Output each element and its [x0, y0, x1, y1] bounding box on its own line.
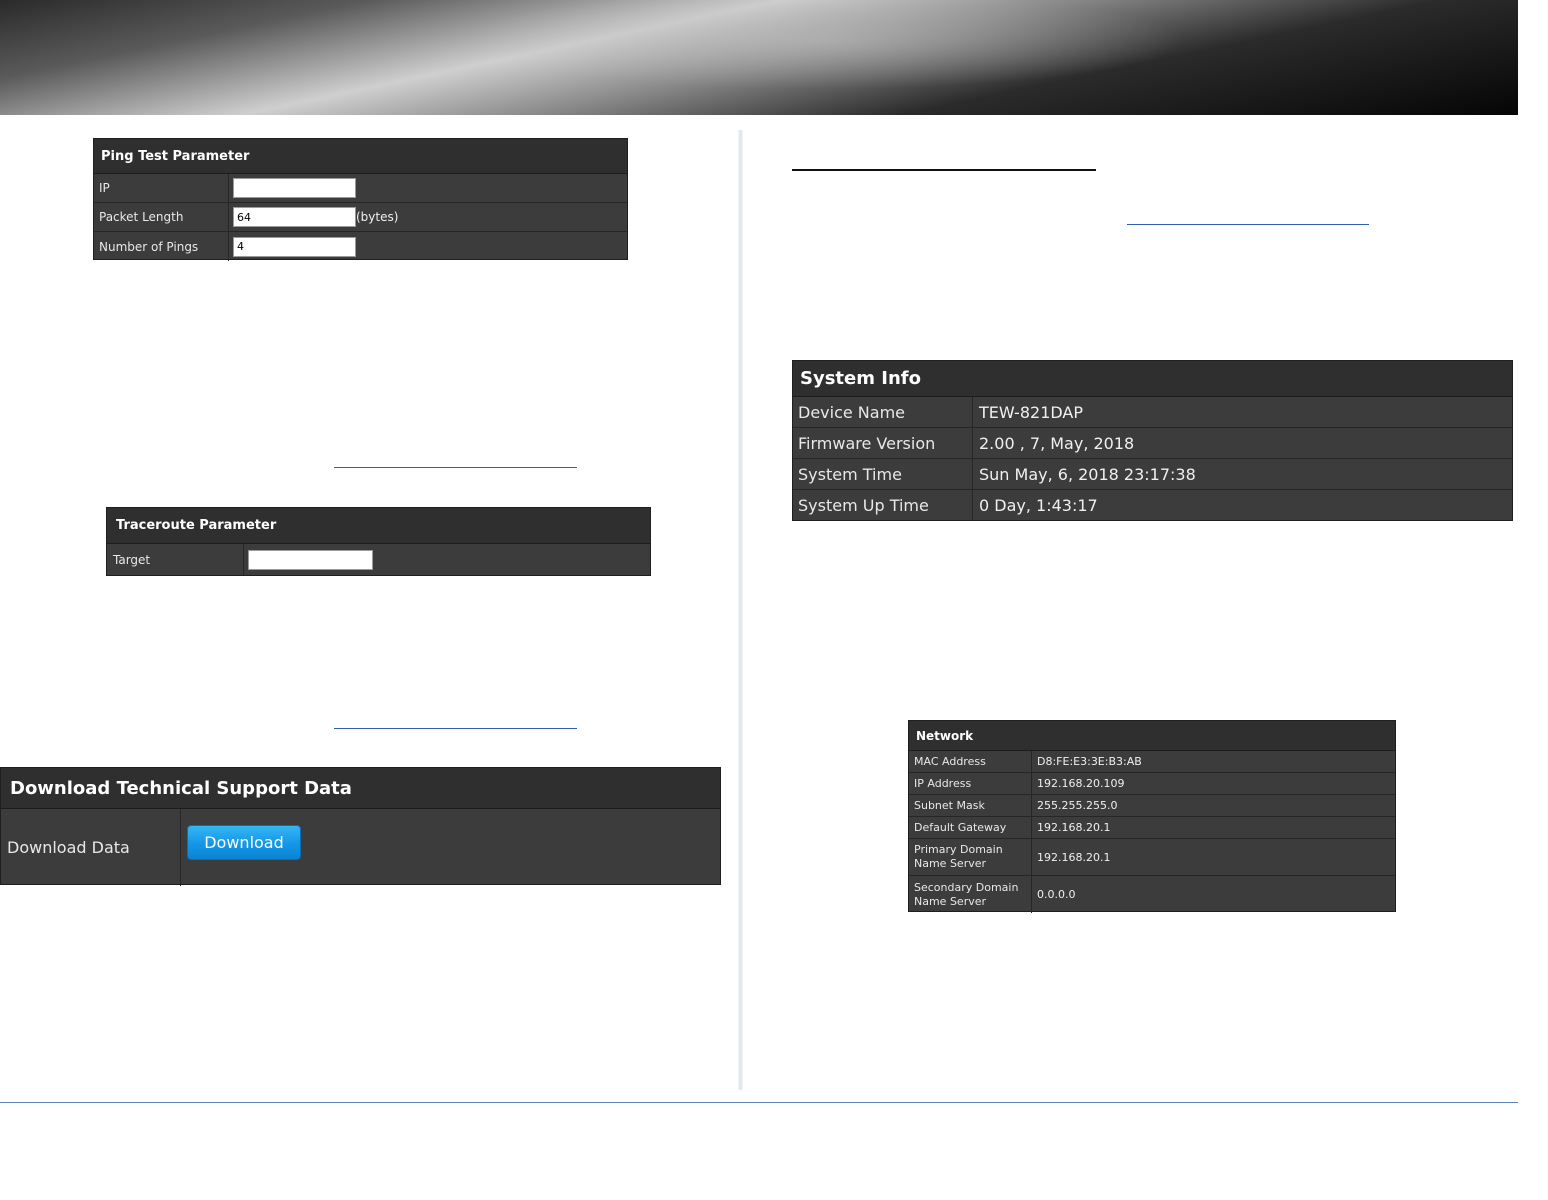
panel-title: Network	[909, 721, 1395, 751]
support-data-panel: Download Technical Support Data Download…	[0, 767, 721, 886]
system-time-row: System Time Sun May, 6, 2018 23:17:38	[793, 459, 1512, 490]
default-gateway-value: 192.168.20.1	[1037, 821, 1111, 834]
ip-address-row: IP Address 192.168.20.109	[909, 773, 1395, 795]
firmware-version-value: 2.00 , 7, May, 2018	[979, 433, 1135, 453]
target-label: Target	[107, 544, 244, 575]
column-divider	[738, 130, 743, 1090]
subnet-mask-row: Subnet Mask 255.255.255.0	[909, 795, 1395, 817]
default-gateway-row: Default Gateway 192.168.20.1	[909, 817, 1395, 839]
ip-label: IP	[94, 174, 229, 202]
link-underline	[1127, 224, 1369, 225]
number-of-pings-label: Number of Pings	[94, 232, 229, 261]
panel-title: Download Technical Support Data	[1, 768, 720, 809]
panel-title: Traceroute Parameter	[107, 508, 650, 544]
target-row: Target	[107, 544, 650, 575]
device-name-value: TEW-821DAP	[979, 402, 1083, 422]
target-input[interactable]	[248, 549, 373, 570]
header-banner	[0, 0, 1518, 115]
device-name-label: Device Name	[793, 397, 973, 427]
subnet-mask-value: 255.255.255.0	[1037, 799, 1118, 812]
ip-input[interactable]	[233, 178, 356, 198]
number-of-pings-input[interactable]	[233, 236, 356, 257]
ip-row: IP	[94, 174, 627, 203]
system-up-time-value: 0 Day, 1:43:17	[979, 496, 1098, 515]
mac-address-row: MAC Address D8:FE:E3:3E:B3:AB	[909, 751, 1395, 773]
primary-dns-value: 192.168.20.1	[1037, 850, 1111, 864]
panel-title: Ping Test Parameter	[94, 139, 627, 174]
footer-rule	[0, 1102, 1518, 1103]
download-button[interactable]: Download	[187, 825, 301, 860]
secondary-dns-row: Secondary Domain Name Server 0.0.0.0	[909, 876, 1395, 913]
primary-dns-row: Primary Domain Name Server 192.168.20.1	[909, 839, 1395, 876]
packet-length-label: Packet Length	[94, 203, 229, 231]
link-underline	[334, 728, 577, 729]
system-time-label: System Time	[793, 459, 973, 489]
traceroute-panel: Traceroute Parameter Target	[106, 507, 651, 576]
secondary-dns-label: Secondary Domain Name Server	[909, 876, 1032, 913]
network-panel: Network MAC Address D8:FE:E3:3E:B3:AB IP…	[908, 720, 1396, 913]
packet-length-row: Packet Length (bytes)	[94, 203, 627, 232]
ip-address-value: 192.168.20.109	[1037, 777, 1125, 790]
device-name-row: Device Name TEW-821DAP	[793, 397, 1512, 428]
primary-dns-label: Primary Domain Name Server	[909, 839, 1032, 875]
panel-title: System Info	[793, 361, 1512, 397]
packet-length-unit: (bytes)	[356, 210, 399, 224]
system-time-value: Sun May, 6, 2018 23:17:38	[979, 464, 1196, 484]
default-gateway-label: Default Gateway	[909, 817, 1032, 838]
link-underline	[334, 467, 577, 468]
system-up-time-row: System Up Time 0 Day, 1:43:17	[793, 490, 1512, 521]
firmware-version-label: Firmware Version	[793, 428, 973, 458]
packet-length-input[interactable]	[233, 207, 356, 227]
download-data-label: Download Data	[1, 809, 181, 886]
secondary-dns-value: 0.0.0.0	[1037, 888, 1076, 901]
number-of-pings-row: Number of Pings	[94, 232, 627, 261]
system-up-time-label: System Up Time	[793, 490, 973, 521]
firmware-version-row: Firmware Version 2.00 , 7, May, 2018	[793, 428, 1512, 459]
mac-address-label: MAC Address	[909, 751, 1032, 772]
download-data-row: Download Data Download	[1, 809, 720, 886]
ping-test-panel: Ping Test Parameter IP Packet Length (by…	[93, 138, 628, 261]
subnet-mask-label: Subnet Mask	[909, 795, 1032, 816]
ip-address-label: IP Address	[909, 773, 1032, 794]
system-info-panel: System Info Device Name TEW-821DAP Firmw…	[792, 360, 1513, 521]
mac-address-value: D8:FE:E3:3E:B3:AB	[1037, 755, 1142, 768]
heading-underline	[792, 169, 1096, 171]
